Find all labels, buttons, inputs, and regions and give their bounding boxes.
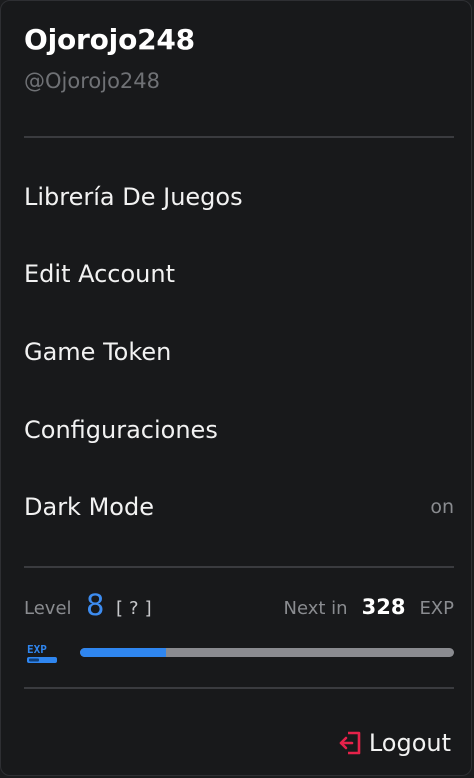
logout-label: Logout — [368, 729, 451, 757]
account-dropdown-panel: Ojorojo248 @Ojorojo248 Librería De Juego… — [0, 0, 472, 776]
menu-item-label: Configuraciones — [24, 416, 218, 444]
level-row: Level 8 [?] Next in 328 EXP — [24, 586, 454, 630]
next-level-info: Next in 328 EXP — [284, 595, 454, 619]
level-help-button[interactable]: [?] — [116, 598, 158, 619]
menu-item-label: Librería De Juegos — [24, 183, 243, 211]
exp-progress-fill — [80, 648, 167, 657]
exp-badge-icon: EXP — [27, 643, 57, 663]
menu-item-game-library[interactable]: Librería De Juegos — [24, 175, 454, 219]
level-label: Level — [24, 598, 72, 619]
next-in-value: 328 — [361, 595, 406, 619]
profile-username: Ojorojo248 — [24, 23, 195, 56]
next-in-unit: EXP — [419, 598, 454, 619]
menu-item-label: Edit Account — [24, 260, 176, 288]
menu-item-edit-account[interactable]: Edit Account — [24, 252, 454, 296]
divider-bottom — [24, 687, 454, 689]
menu-item-settings[interactable]: Configuraciones — [24, 408, 454, 452]
next-in-label: Next in — [283, 598, 348, 619]
profile-handle: @Ojorojo248 — [24, 69, 160, 93]
divider-top — [24, 136, 454, 138]
menu-item-dark-mode[interactable]: Dark Mode on — [24, 485, 454, 529]
menu-item-label: Game Token — [24, 338, 172, 366]
dark-mode-status[interactable]: on — [430, 496, 454, 518]
divider-middle — [24, 566, 454, 568]
exp-icon-text: EXP — [27, 643, 47, 656]
menu-item-label: Dark Mode — [24, 493, 154, 521]
logout-button[interactable]: Logout — [338, 729, 451, 757]
exp-progress-bar — [80, 648, 454, 657]
logout-door-icon — [339, 731, 361, 755]
menu-item-game-token[interactable]: Game Token — [24, 330, 454, 374]
level-number: 8 — [86, 588, 105, 622]
